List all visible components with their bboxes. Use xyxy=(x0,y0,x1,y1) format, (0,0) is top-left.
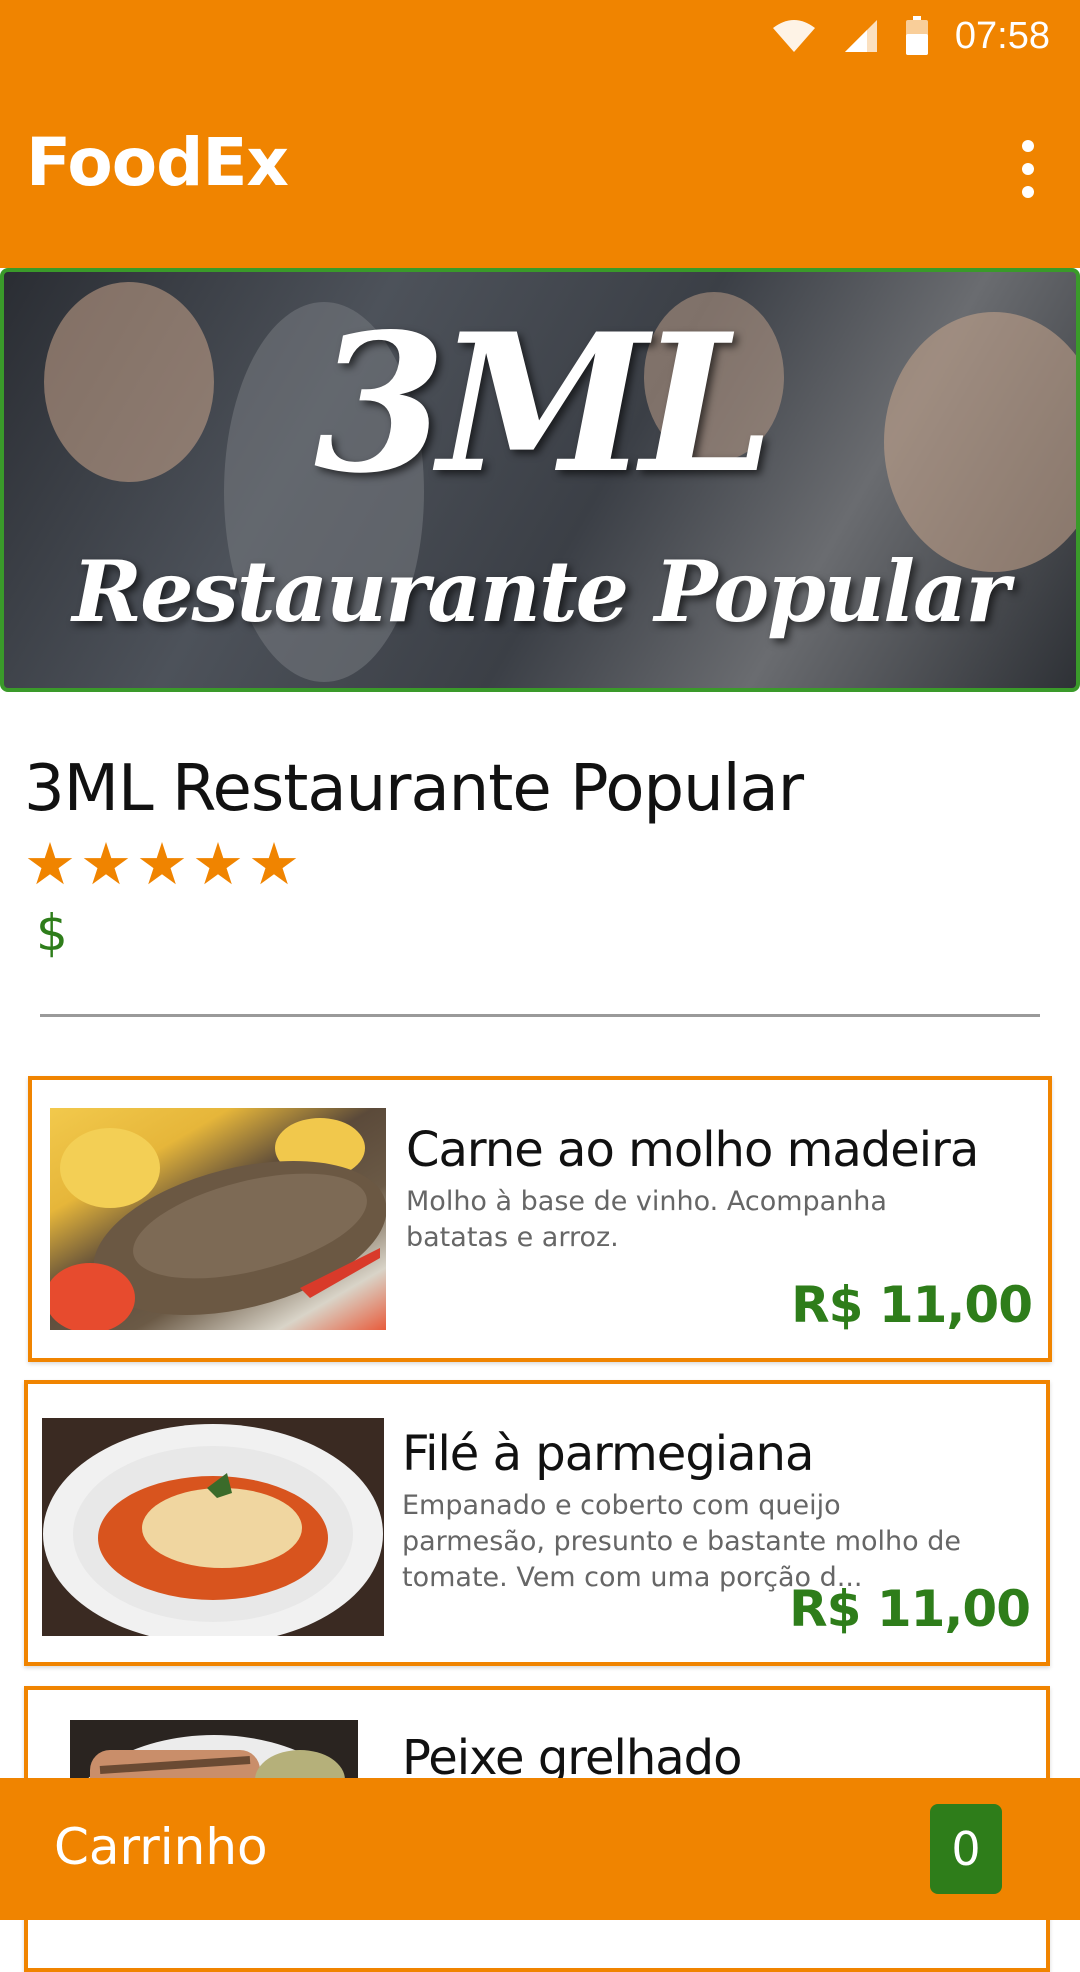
star-icon: ★ xyxy=(136,832,188,897)
rating-stars: ★ ★ ★ ★ ★ xyxy=(24,836,300,894)
restaurant-banner: 3ML Restaurante Popular xyxy=(0,268,1080,692)
status-time: 07:58 xyxy=(954,14,1050,57)
cart-label: Carrinho xyxy=(54,1818,268,1876)
app-bar: FoodEx xyxy=(0,72,1080,268)
cart-bar[interactable]: Carrinho 0 xyxy=(0,1778,1080,1920)
star-icon: ★ xyxy=(248,832,300,897)
star-icon: ★ xyxy=(80,832,132,897)
dish-name: Carne ao molho madeira xyxy=(406,1122,979,1178)
status-bar: 07:58 xyxy=(0,0,1080,72)
dish-photo xyxy=(42,1418,384,1636)
dish-price: R$ 11,00 xyxy=(789,1580,1031,1638)
restaurant-name: 3ML Restaurante Popular xyxy=(24,752,804,826)
wifi-icon xyxy=(772,20,815,52)
signal-icon xyxy=(844,20,877,52)
status-icons: 07:58 xyxy=(771,10,1050,62)
battery-icon xyxy=(905,16,928,55)
divider xyxy=(40,1014,1040,1017)
banner-logo-3ml: 3ML xyxy=(313,292,774,515)
dish-illustration xyxy=(50,1118,386,1330)
dish-illustration xyxy=(43,1424,383,1636)
dish-price: R$ 11,00 xyxy=(791,1276,1033,1334)
dish-name: Filé à parmegiana xyxy=(402,1426,814,1482)
dish-description: Molho à base de vinho. Acompanha batatas… xyxy=(406,1186,887,1253)
dish-photo xyxy=(50,1108,386,1330)
menu-dot xyxy=(1022,140,1034,152)
menu-dot xyxy=(1022,163,1034,175)
star-icon: ★ xyxy=(24,832,76,897)
more-vert-icon[interactable] xyxy=(1016,140,1040,198)
banner-logo-subtitle: Restaurante Popular xyxy=(72,542,1009,641)
menu-item-card[interactable]: Carne ao molho madeira Molho à base de v… xyxy=(28,1076,1052,1362)
cart-count-badge: 0 xyxy=(930,1804,1002,1894)
menu-item-card[interactable]: Filé à parmegiana Empanado e coberto com… xyxy=(24,1380,1050,1666)
price-level: $ xyxy=(36,904,68,962)
star-icon: ★ xyxy=(192,832,244,897)
app-title: FoodEx xyxy=(26,124,289,201)
menu-dot xyxy=(1022,186,1034,198)
